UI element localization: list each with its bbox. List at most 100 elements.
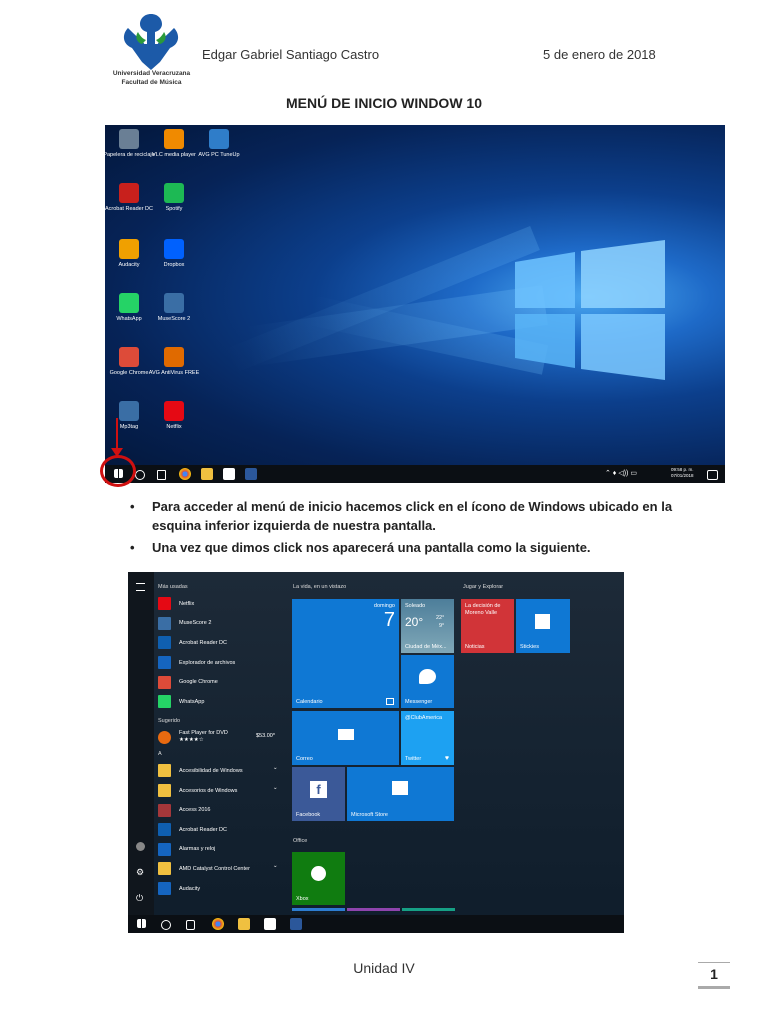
start-menu-list-item[interactable]: Netflix	[158, 594, 288, 614]
settings-gear-icon[interactable]: ⚙	[136, 867, 144, 878]
app-icon	[158, 882, 171, 896]
store-tile[interactable]: Microsoft Store	[347, 767, 454, 821]
cortana-icon[interactable]	[135, 470, 145, 480]
university-logo	[108, 10, 194, 90]
mail-taskbar-icon[interactable]	[264, 918, 276, 930]
start-menu-list-item[interactable]: Accesorios de Windows ⌄	[158, 781, 288, 801]
instruction-item: Una vez que dimos click nos aparecerá un…	[128, 538, 688, 557]
suggested-app-name: Fast Player for DVD	[179, 730, 228, 737]
app-icon	[158, 636, 171, 650]
user-icon[interactable]	[136, 842, 145, 851]
hamburger-icon[interactable]	[136, 583, 145, 591]
windows-wallpaper-logo	[515, 240, 665, 380]
chevron-down-icon[interactable]: ⌄	[273, 765, 278, 771]
facebook-tile[interactable]: f Facebook	[292, 767, 345, 821]
desktop-icon[interactable]: Dropbox	[146, 239, 202, 268]
start-menu-list-item[interactable]: Google Chrome	[158, 672, 288, 692]
start-menu-list-item[interactable]: Accesibilidad de Windows ⌄	[158, 761, 288, 781]
app-label: Accesorios de Windows	[179, 787, 238, 794]
desktop-icon-label: Netflix	[166, 424, 182, 430]
desktop-icon[interactable]: AVG PC TuneUp	[191, 129, 247, 158]
twitter-label: Twitter	[405, 756, 422, 762]
letter-header-a[interactable]: A	[158, 747, 288, 761]
desktop-app-icon	[164, 129, 184, 149]
twitter-tile[interactable]: @ClubAmerica Twitter ♥	[401, 711, 454, 765]
start-menu-list-item[interactable]: AMD Catalyst Control Center ⌄	[158, 859, 288, 879]
desktop-icon[interactable]: Netflix	[146, 401, 202, 430]
power-icon[interactable]: ⏻	[136, 893, 143, 904]
stickies-icon	[535, 614, 550, 629]
word-taskbar-icon[interactable]	[290, 918, 302, 930]
suggested-app[interactable]: Fast Player for DVD ★★★★☆ $53.00*	[158, 728, 288, 748]
footer-unit: Unidad IV	[353, 960, 415, 976]
messenger-icon	[419, 669, 436, 684]
desktop-icon[interactable]: AVG AntiVirus FREE	[146, 347, 202, 376]
desktop-icon[interactable]: Spotify	[146, 183, 202, 212]
word-taskbar-icon[interactable]	[245, 468, 257, 480]
file-explorer-taskbar-icon[interactable]	[201, 468, 213, 480]
suggested-app-price: $53.00*	[256, 732, 275, 739]
news-tile[interactable]: La decisión de Moreno Valle Noticias	[461, 599, 514, 653]
file-explorer-taskbar-icon[interactable]	[238, 918, 250, 930]
dvd-player-icon	[158, 730, 171, 744]
start-menu-rail: ⚙ ⏻	[128, 572, 154, 915]
twitter-handle: @ClubAmerica	[405, 715, 443, 721]
start-menu-list-item[interactable]: Acrobat Reader DC	[158, 820, 288, 840]
logo-university-name: Universidad Veracruzana	[112, 70, 191, 77]
start-menu-list-item[interactable]: Audacity	[158, 879, 288, 899]
mail-taskbar-icon[interactable]	[223, 468, 235, 480]
mail-tile[interactable]: Correo	[292, 711, 399, 765]
start-menu-taskbar	[128, 915, 624, 933]
desktop-app-icon	[164, 401, 184, 421]
start-menu-list-item[interactable]: Explorador de archivos	[158, 653, 288, 673]
chevron-down-icon[interactable]: ⌄	[273, 785, 278, 791]
task-view-icon[interactable]	[157, 470, 166, 480]
app-label: Acrobat Reader DC	[179, 639, 227, 646]
desktop-app-icon	[119, 239, 139, 259]
start-menu-list-item[interactable]: Access 2016	[158, 800, 288, 820]
chrome-taskbar-icon[interactable]	[179, 468, 191, 480]
desktop-app-icon	[119, 347, 139, 367]
windows-start-icon[interactable]	[137, 919, 146, 928]
cortana-icon[interactable]	[161, 920, 171, 930]
app-icon	[158, 695, 171, 709]
app-label: WhatsApp	[179, 698, 205, 705]
suggested-app-rating: ★★★★☆	[179, 737, 204, 744]
clock-date: 07/01/2018	[671, 473, 694, 478]
start-menu-list-item[interactable]: Acrobat Reader DC	[158, 633, 288, 653]
mail-label: Correo	[296, 756, 313, 762]
weather-tile[interactable]: Soleado 20° 22° 9° Ciudad de Méx...	[401, 599, 454, 653]
desktop-app-icon	[119, 183, 139, 203]
desktop-icon-label: AVG AntiVirus FREE	[148, 370, 200, 376]
chrome-taskbar-icon[interactable]	[212, 918, 224, 930]
app-icon	[158, 656, 171, 670]
section-office-header: Office	[293, 838, 308, 844]
weather-high: 22°	[436, 615, 445, 621]
xbox-tile[interactable]: Xbox	[292, 852, 345, 905]
app-icon	[158, 803, 171, 817]
start-menu-list-item[interactable]: Alarmas y reloj	[158, 840, 288, 860]
stickies-tile[interactable]: Stickies	[516, 599, 570, 653]
notification-icon[interactable]	[707, 470, 718, 480]
app-label: Access 2016	[179, 807, 211, 814]
most-used-header: Más usadas	[158, 584, 188, 590]
chevron-down-icon[interactable]: ⌄	[273, 863, 278, 869]
desktop-taskbar: ⌃ ♦ ◁)) ▭ 09:58 p. m. 07/01/2018	[105, 465, 725, 483]
facebook-icon: f	[310, 781, 327, 798]
app-label: MuseScore 2	[179, 620, 212, 627]
desktop-icon[interactable]: MuseScore 2	[146, 293, 202, 322]
weather-temperature: 20°	[405, 615, 424, 629]
xbox-label: Xbox	[296, 896, 309, 902]
start-menu-list-item[interactable]: WhatsApp	[158, 692, 288, 712]
app-label: Acrobat Reader DC	[179, 826, 227, 833]
taskbar-clock[interactable]: 09:58 p. m. 07/01/2018	[671, 467, 694, 479]
start-menu-list-item[interactable]: MuseScore 2	[158, 614, 288, 634]
calendar-tile[interactable]: domingo 7 Calendario	[292, 599, 399, 708]
document-title: MENÚ DE INICIO WINDOW 10	[285, 95, 482, 111]
task-view-icon[interactable]	[186, 920, 195, 930]
messenger-tile[interactable]: Messenger	[401, 655, 454, 708]
system-tray-icons[interactable]: ⌃ ♦ ◁)) ▭	[605, 469, 637, 477]
weather-condition: Soleado	[405, 603, 426, 609]
app-label: Netflix	[179, 600, 195, 607]
instruction-list: Para acceder al menú de inicio hacemos c…	[128, 497, 688, 560]
